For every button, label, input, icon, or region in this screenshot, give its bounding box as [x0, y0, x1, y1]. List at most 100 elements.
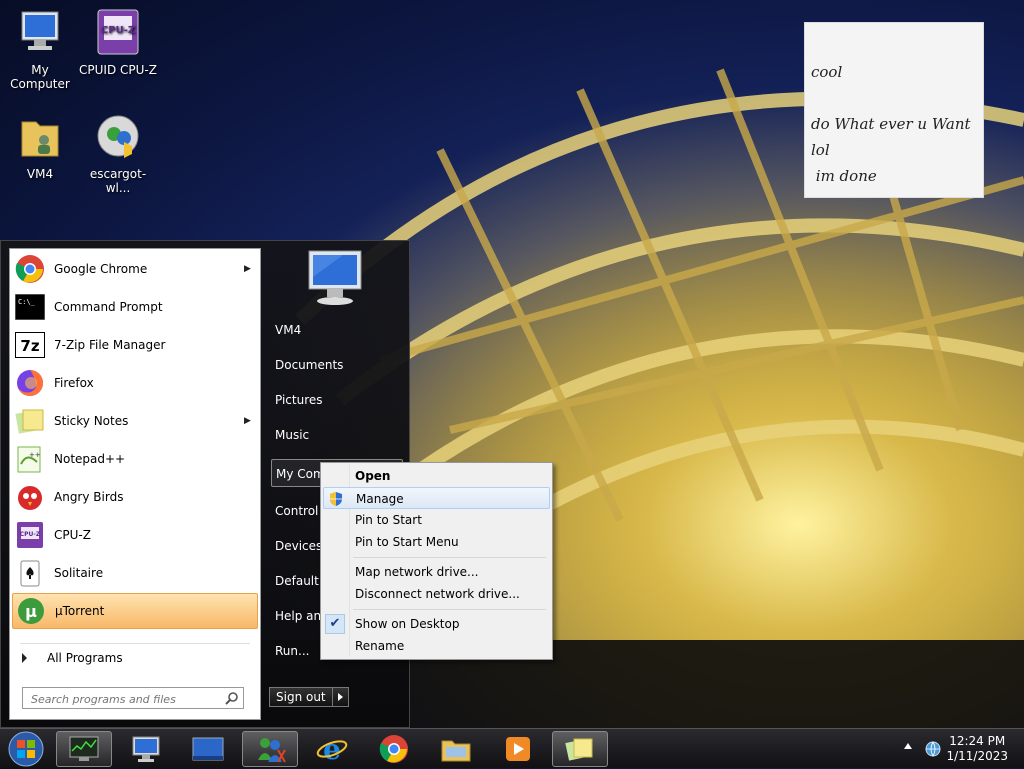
menu-separator	[353, 609, 546, 610]
ctx-item-label: Show on Desktop	[355, 617, 460, 631]
taskbar-sticky-notes[interactable]	[552, 731, 608, 767]
sticky-note-line: im done	[811, 167, 877, 185]
program-google-chrome[interactable]: Google Chrome ▶	[12, 251, 258, 287]
svg-text:µ: µ	[25, 602, 37, 621]
program-solitaire[interactable]: Solitaire	[12, 555, 258, 591]
sign-out-group: Sign out	[269, 687, 349, 707]
program-label: CPU-Z	[54, 528, 91, 542]
start-link-pictures[interactable]: Pictures	[271, 386, 403, 414]
svg-text:e: e	[323, 734, 341, 764]
all-programs-label: All Programs	[47, 651, 123, 665]
notepadpp-icon: ++	[14, 443, 46, 475]
firefox-icon	[14, 367, 46, 399]
monitor-icon	[132, 736, 160, 762]
msn-messenger-icon	[258, 738, 286, 763]
sticky-note-line: do What ever u Want	[811, 115, 971, 133]
ctx-show-on-desktop[interactable]: ✔ Show on Desktop	[323, 613, 550, 635]
utorrent-icon: µ	[15, 595, 47, 627]
menu-separator	[20, 643, 250, 644]
ctx-item-label: Pin to Start	[355, 513, 422, 527]
ctx-item-label: Rename	[355, 639, 405, 653]
desktop-icon-label: VM4	[26, 167, 54, 181]
taskbar-computer[interactable]	[118, 731, 174, 767]
search-input[interactable]	[29, 689, 219, 709]
ctx-map-network-drive[interactable]: Map network drive...	[323, 561, 550, 583]
show-hidden-icons-icon[interactable]	[904, 743, 912, 749]
ctx-item-label: Map network drive...	[355, 565, 479, 579]
start-search-box[interactable]	[22, 687, 244, 709]
desktop-icon-label: My Computer	[10, 63, 70, 91]
taskbar: e 12:24 PM 1/11/2023	[0, 728, 1024, 768]
start-menu-programs-pane: Google Chrome ▶ C:\_ Command Prompt 7z 7…	[9, 248, 261, 720]
checkmark-icon: ✔	[325, 614, 345, 634]
start-button[interactable]	[6, 730, 46, 768]
expand-arrow-icon	[22, 653, 27, 663]
taskbar-google-chrome[interactable]	[366, 731, 422, 767]
search-icon[interactable]	[225, 691, 239, 705]
sticky-notes-icon	[14, 405, 46, 437]
desktop-window-icon	[192, 737, 224, 761]
program-label: Sticky Notes	[54, 414, 129, 428]
shutdown-options-button[interactable]	[332, 687, 349, 707]
sticky-note-line: cool	[811, 63, 843, 81]
internet-explorer-icon: e	[316, 734, 348, 764]
sticky-note-line: lol	[811, 141, 830, 159]
ctx-item-label: Disconnect network drive...	[355, 587, 520, 601]
cpuz-icon: CPU-Z	[97, 9, 139, 55]
system-clock[interactable]: 12:24 PM 1/11/2023	[946, 734, 1008, 764]
program-7zip[interactable]: 7z 7-Zip File Manager	[12, 327, 258, 363]
desktop-icon-vm4[interactable]: VM4	[0, 112, 80, 181]
taskbar-msn[interactable]	[242, 731, 298, 767]
ctx-manage[interactable]: Manage	[323, 487, 550, 509]
program-cpuz[interactable]: CPU-Z CPU-Z	[12, 517, 258, 553]
program-label: Solitaire	[54, 566, 104, 580]
ctx-open[interactable]: Open	[323, 465, 550, 487]
program-label: Firefox	[54, 376, 94, 390]
context-menu: Open Manage Pin to Start Pin to Start Me…	[320, 462, 553, 660]
program-label: µTorrent	[55, 604, 105, 618]
start-link-music[interactable]: Music	[271, 421, 403, 449]
menu-separator	[353, 557, 546, 558]
user-folder-icon	[21, 121, 59, 157]
svg-text:CPU-Z: CPU-Z	[20, 531, 41, 538]
angry-birds-icon	[14, 481, 46, 513]
program-angry-birds[interactable]: Angry Birds	[12, 479, 258, 515]
start-link-documents[interactable]: Documents	[271, 351, 403, 379]
svg-text:CPU-Z: CPU-Z	[101, 25, 135, 36]
start-link-vm4[interactable]: VM4	[271, 316, 403, 344]
sticky-note[interactable]: cool do What ever u Want lol im done	[804, 22, 984, 198]
program-sticky-notes[interactable]: Sticky Notes ▶	[12, 403, 258, 439]
cmd-icon: C:\_	[14, 291, 46, 323]
ctx-pin-to-start-menu[interactable]: Pin to Start Menu	[323, 531, 550, 553]
uac-shield-icon	[328, 491, 344, 507]
program-firefox[interactable]: Firefox	[12, 365, 258, 401]
folder-icon	[441, 740, 471, 762]
solitaire-icon	[14, 557, 46, 589]
all-programs-button[interactable]: All Programs	[18, 651, 123, 665]
user-picture-computer-icon	[308, 250, 362, 305]
ctx-rename[interactable]: Rename	[323, 635, 550, 657]
taskbar-internet-explorer[interactable]: e	[304, 731, 360, 767]
ctx-item-label: Open	[355, 469, 391, 483]
desktop-icon-cpuz[interactable]: CPU-Z CPUID CPU-Z	[78, 8, 158, 77]
desktop-icon-my-computer[interactable]: My Computer	[0, 8, 80, 91]
my-computer-icon	[21, 11, 59, 50]
desktop-icon-escargot[interactable]: escargot-wl...	[78, 112, 158, 195]
taskbar-show-desktop[interactable]	[180, 731, 236, 767]
program-notepadpp[interactable]: ++ Notepad++	[12, 441, 258, 477]
taskbar-task-manager[interactable]	[56, 731, 112, 767]
network-globe-icon[interactable]	[924, 740, 942, 758]
desktop-icon-label: escargot-wl...	[89, 167, 147, 195]
clock-date: 1/11/2023	[946, 749, 1008, 763]
program-label: Google Chrome	[54, 262, 148, 276]
taskbar-file-explorer[interactable]	[428, 731, 484, 767]
desktop-icon-label: CPUID CPU-Z	[79, 63, 157, 77]
ctx-pin-to-start[interactable]: Pin to Start	[323, 509, 550, 531]
svg-text:++: ++	[29, 451, 41, 459]
program-utorrent[interactable]: µ µTorrent	[12, 593, 258, 629]
taskbar-media-player[interactable]	[490, 731, 546, 767]
sign-out-button[interactable]: Sign out	[269, 687, 333, 707]
ctx-disconnect-network-drive[interactable]: Disconnect network drive...	[323, 583, 550, 605]
program-command-prompt[interactable]: C:\_ Command Prompt	[12, 289, 258, 325]
msn-icon	[97, 115, 139, 158]
